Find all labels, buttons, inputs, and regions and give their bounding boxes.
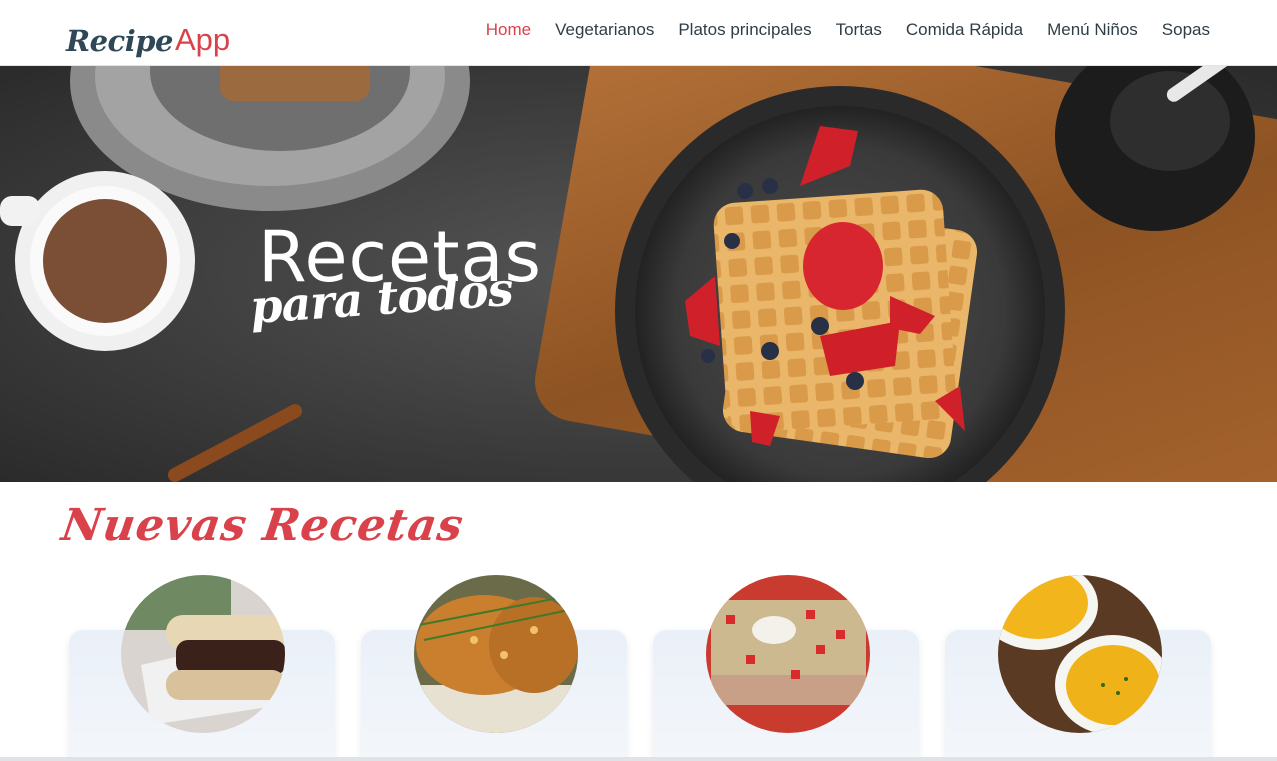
nav-item-sopas[interactable]: Sopas <box>1162 20 1210 40</box>
nav-item-comida-rapida[interactable]: Comida Rápida <box>906 20 1023 40</box>
hero-background-image <box>0 66 1277 482</box>
recipe-image-3[interactable] <box>706 575 870 733</box>
recipe-image-4[interactable] <box>998 575 1162 733</box>
main-nav: Home Vegetarianos Platos principales Tor… <box>462 20 1210 40</box>
recipe-image-2[interactable] <box>414 575 578 733</box>
logo-app-text: App <box>174 22 231 57</box>
nav-item-home[interactable]: Home <box>486 20 531 40</box>
top-navbar: Recipe App Home Vegetarianos Platos prin… <box>0 0 1277 66</box>
hero-banner: Recetas para todos <box>0 66 1277 482</box>
nav-item-platos-principales[interactable]: Platos principales <box>678 20 811 40</box>
nav-item-vegetarianos[interactable]: Vegetarianos <box>555 20 654 40</box>
recipe-image-1[interactable] <box>121 575 285 733</box>
section-title: Nuevas Recetas <box>58 500 467 551</box>
nav-item-menu-ninos[interactable]: Menú Niños <box>1047 20 1138 40</box>
page-bottom-edge <box>0 757 1277 761</box>
logo-recipe-text: Recipe <box>66 24 173 58</box>
logo-link[interactable]: Recipe App <box>66 10 230 58</box>
nav-item-tortas[interactable]: Tortas <box>836 20 882 40</box>
